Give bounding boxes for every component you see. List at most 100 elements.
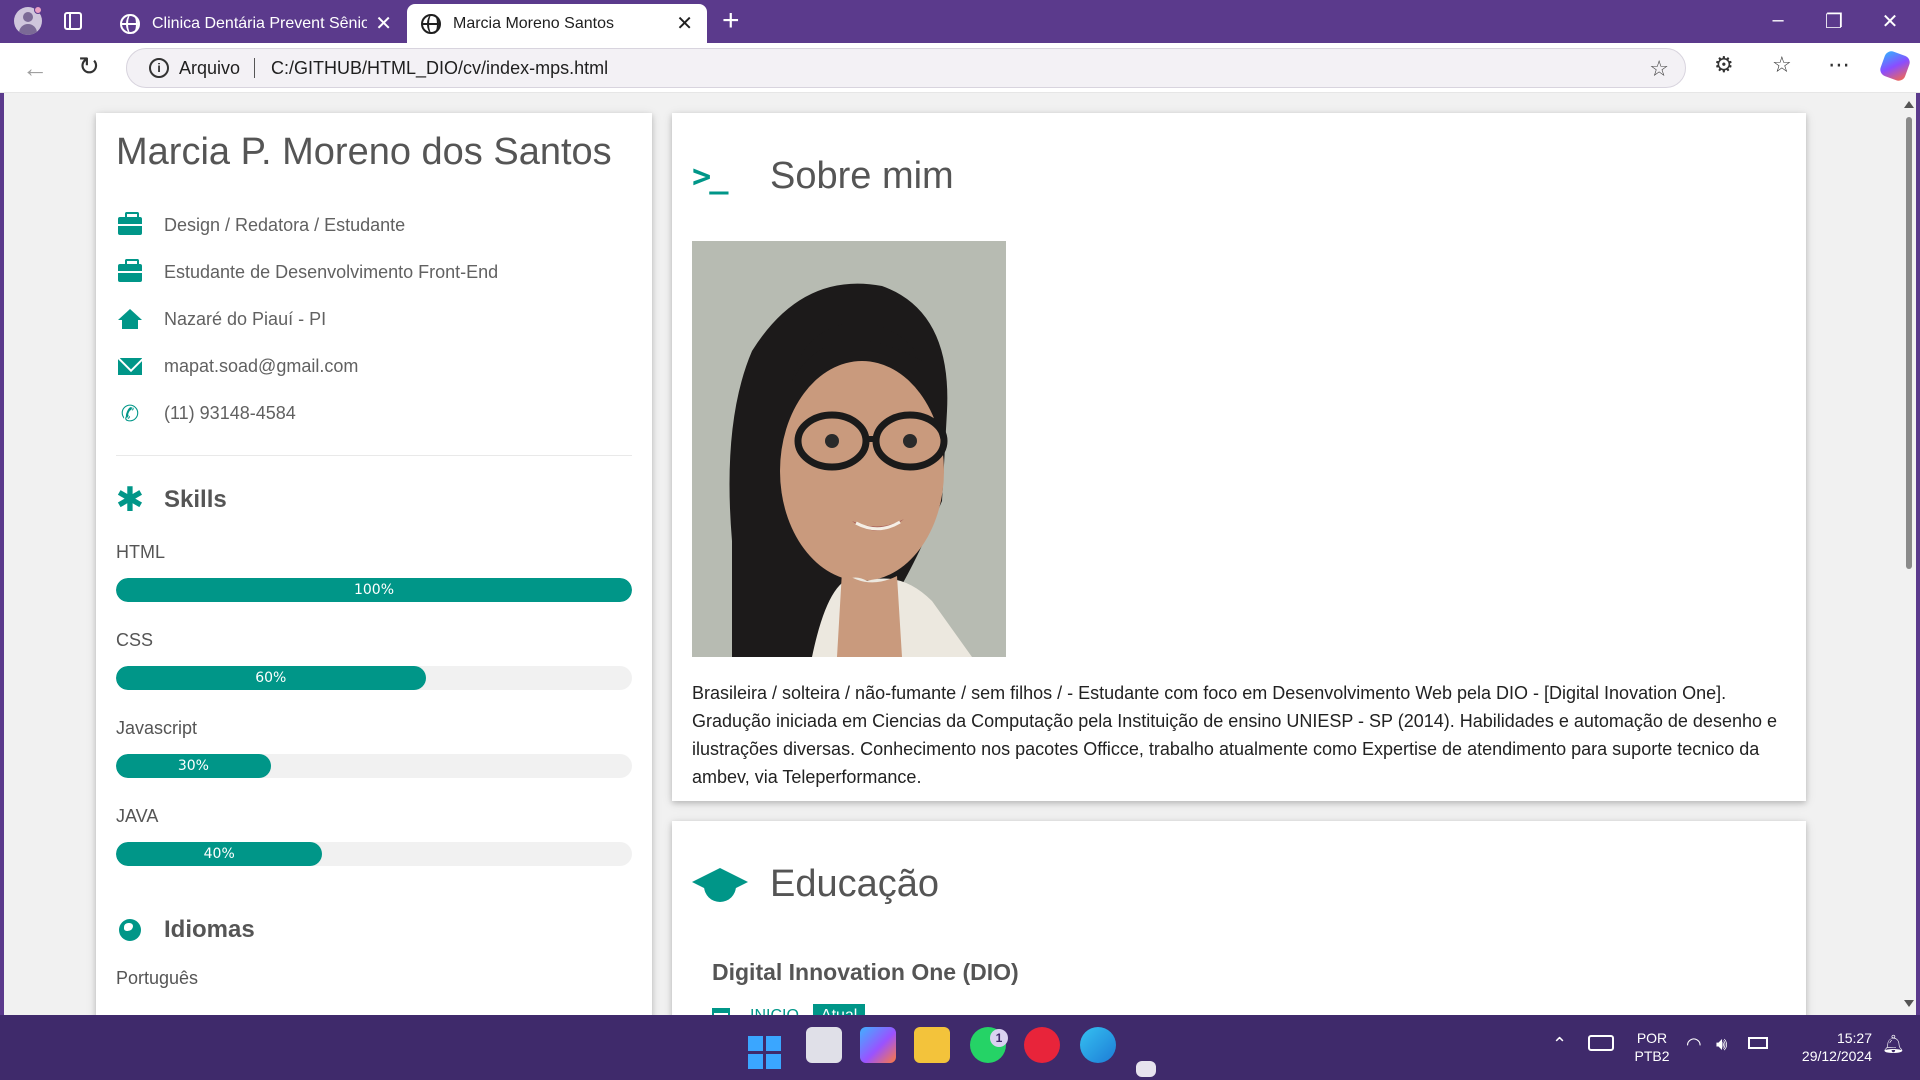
back-arrow-icon[interactable]: ← <box>22 53 48 84</box>
media-player-icon[interactable] <box>1024 1027 1060 1063</box>
skill-bar-track: 40% <box>116 842 632 866</box>
info-icon[interactable]: i <box>149 58 169 78</box>
skill-bar-track: 60% <box>116 666 632 690</box>
skill-html: HTML 100% <box>116 538 632 602</box>
close-icon[interactable]: ✕ <box>375 14 392 34</box>
info-row-phone: ✆ (11) 93148-4584 <box>116 390 632 437</box>
skills-heading-text: Skills <box>164 486 227 513</box>
profile-status-dot <box>34 6 42 14</box>
info-row-study: Estudante de Desenvolvimento Front-End <box>116 249 632 296</box>
skill-name: Javascript <box>116 718 198 738</box>
edge-browser-icon[interactable] <box>1080 1027 1116 1063</box>
skill-bar-fill: 60% <box>116 666 426 690</box>
about-heading-text: Sobre mim <box>770 154 954 197</box>
tab-title: Clinica Dentária Prevent Sênior <box>152 14 368 32</box>
terminal-icon: >_ <box>692 157 729 195</box>
asterisk-icon: ✱ <box>115 481 145 519</box>
tab-clinica[interactable]: Clinica Dentária Prevent Sênior ✕ <box>106 4 406 43</box>
info-text: mapat.soad@gmail.com <box>164 356 359 376</box>
new-tab-button[interactable]: + <box>722 6 740 36</box>
scroll-down-arrow[interactable] <box>1904 1000 1914 1007</box>
scroll-thumb[interactable] <box>1906 117 1912 569</box>
close-window-icon[interactable]: ✕ <box>1878 9 1902 34</box>
more-options-icon[interactable]: ⋯ <box>1828 52 1850 78</box>
copilot-app-icon[interactable] <box>860 1027 896 1063</box>
scroll-up-arrow[interactable] <box>1904 101 1914 108</box>
skill-bar-track: 30% <box>116 754 632 778</box>
languages-heading-text: Idiomas <box>164 916 255 943</box>
briefcase-icon <box>118 258 142 282</box>
skill-bar-fill: 40% <box>116 842 323 866</box>
info-row-role: Design / Redatora / Estudante <box>116 202 632 249</box>
input-language[interactable]: POR PTB2 <box>1628 1029 1676 1065</box>
skill-css: CSS 60% <box>116 626 632 690</box>
school-name: Digital Innovation One (DIO) <box>712 959 1019 985</box>
skill-name: HTML <box>116 542 165 562</box>
clock[interactable]: 15:27 29/12/2024 <box>1782 1029 1872 1065</box>
envelope-icon <box>118 358 142 375</box>
browser-tab-strip: Clinica Dentária Prevent Sênior ✕ Marcia… <box>0 0 1920 43</box>
languages-heading: Idiomas <box>116 910 632 950</box>
close-icon[interactable]: ✕ <box>676 14 693 34</box>
globe-icon <box>421 13 441 34</box>
favorites-icon[interactable]: ☆ <box>1772 52 1792 78</box>
phone-icon: ✆ <box>120 400 140 426</box>
browser-toolbar: ← ↻ i Arquivo C:/GITHUB/HTML_DIO/cv/inde… <box>0 43 1920 93</box>
clock-date: 29/12/2024 <box>1801 1048 1872 1064</box>
profile-name: Marcia P. Moreno dos Santos <box>116 131 612 173</box>
battery-icon[interactable] <box>1748 1037 1768 1049</box>
skill-name: CSS <box>116 630 154 650</box>
status-badge: Atual <box>812 1004 866 1015</box>
profile-card: Marcia P. Moreno dos Santos Design / Red… <box>96 113 652 1015</box>
favorite-star-icon[interactable]: ☆ <box>1649 56 1669 82</box>
address-url[interactable]: C:/GITHUB/HTML_DIO/cv/index-mps.html <box>271 58 608 79</box>
extensions-icon[interactable]: ⚙ <box>1714 52 1734 78</box>
clock-time: 15:27 <box>1836 1030 1872 1046</box>
tab-actions-icon[interactable] <box>64 12 82 30</box>
minimize-icon[interactable]: – <box>1766 9 1790 32</box>
about-heading: >_ Sobre mim <box>692 151 1786 201</box>
education-heading-text: Educação <box>770 862 940 905</box>
file-explorer-icon[interactable] <box>914 1027 950 1063</box>
address-separator <box>254 58 256 78</box>
skill-javascript: Javascript 30% <box>116 714 632 778</box>
info-text: Nazaré do Piauí - PI <box>164 309 327 329</box>
education-card: Educação Digital Innovation One (DIO) IN… <box>672 821 1806 1015</box>
briefcase-icon <box>118 211 142 235</box>
task-view-icon[interactable] <box>806 1027 842 1063</box>
restore-icon[interactable]: ❐ <box>1822 9 1846 34</box>
skill-java: JAVA 40% <box>116 802 632 866</box>
language-code: POR <box>1636 1030 1668 1046</box>
page-viewport: Marcia P. Moreno dos Santos Design / Red… <box>4 93 1902 1015</box>
windows-start-icon[interactable] <box>748 1036 781 1069</box>
info-row-email: mapat.soad@gmail.com <box>116 343 632 390</box>
portrait-image <box>692 241 1006 657</box>
graduation-cap-icon <box>692 862 770 906</box>
wifi-icon[interactable]: ◠ <box>1686 1035 1702 1053</box>
keyboard-layout: PTB2 <box>1634 1048 1670 1064</box>
skill-bar-fill: 100% <box>116 578 632 602</box>
skills-heading: ✱ Skills <box>116 480 632 520</box>
reload-icon[interactable]: ↻ <box>78 51 100 82</box>
address-label: Arquivo <box>179 57 241 78</box>
education-heading: Educação <box>692 859 1786 909</box>
about-card: >_ Sobre mim Brasileira / solteira / não… <box>672 113 1806 801</box>
volume-icon[interactable]: 🔊︎ <box>1716 1035 1727 1053</box>
tab-title: Marcia Moreno Santos <box>453 14 614 32</box>
calendar-app-icon[interactable] <box>1136 1061 1156 1077</box>
keyboard-icon[interactable] <box>1588 1035 1614 1051</box>
education-meta: INICIO Atual <box>712 1004 1786 1015</box>
divider <box>116 455 632 456</box>
address-bar[interactable]: i Arquivo C:/GITHUB/HTML_DIO/cv/index-mp… <box>126 48 1686 88</box>
about-text: Brasileira / solteira / não-fumante / se… <box>692 683 1777 787</box>
home-icon <box>118 309 142 329</box>
info-text: (11) 93148-4584 <box>164 403 296 423</box>
calendar-icon <box>712 1008 730 1015</box>
chevron-up-icon[interactable]: ⌃ <box>1552 1035 1567 1053</box>
tab-marcia[interactable]: Marcia Moreno Santos ✕ <box>407 4 707 43</box>
page-scrollbar[interactable] <box>1902 93 1916 1015</box>
copilot-icon[interactable] <box>1878 49 1912 83</box>
notification-bell-icon[interactable]: 🔔︎ <box>1882 1035 1905 1053</box>
info-row-location: Nazaré do Piauí - PI <box>116 296 632 343</box>
profile-photo <box>692 241 1006 657</box>
